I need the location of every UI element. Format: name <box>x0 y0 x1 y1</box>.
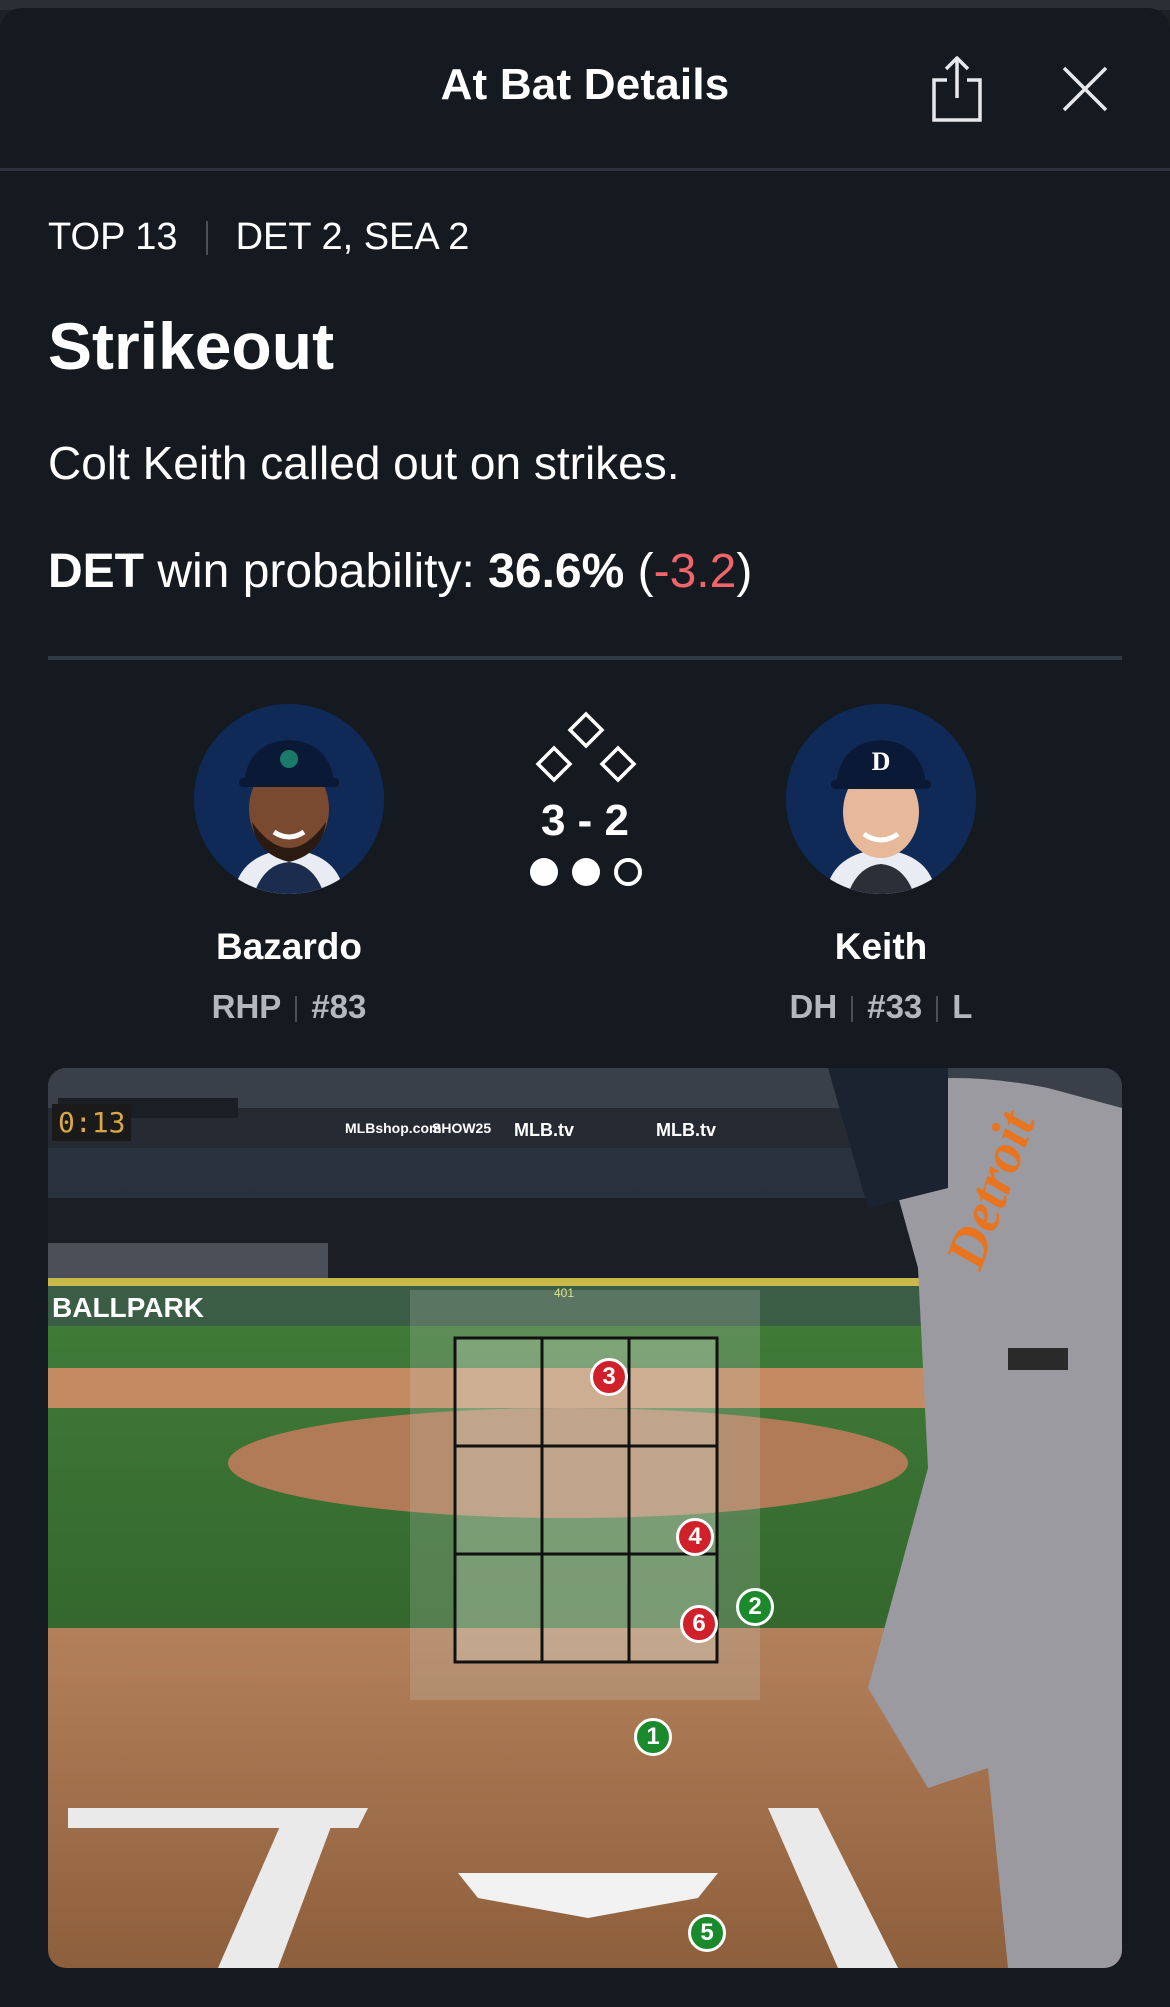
pitcher-position: RHP <box>211 988 282 1025</box>
out-dot-filled <box>530 858 558 886</box>
ad-text: MLBshop.com <box>345 1120 442 1136</box>
outs-indicator <box>530 858 642 888</box>
ad-text: SHOW25 <box>432 1120 492 1136</box>
pitcher-number: #83 <box>311 988 367 1025</box>
ad-text: MLB.tv <box>514 1120 574 1140</box>
close-icon[interactable] <box>1058 62 1112 116</box>
pitcher-meta: RHP #83 <box>119 988 459 1026</box>
bases-diamond-icon <box>535 711 637 783</box>
pitch-video[interactable]: 0:13 MLBshop.com SHOW25 MLB.tv MLB.tv BA… <box>48 1068 1122 1968</box>
svg-text:D: D <box>872 747 891 776</box>
page-title: At Bat Details <box>440 60 730 109</box>
ad-text: MLB.tv <box>656 1120 716 1140</box>
pitch-marker[interactable]: 5 <box>688 1914 726 1952</box>
pitch-marker[interactable]: 2 <box>736 1588 774 1626</box>
pitch-marker[interactable]: 4 <box>676 1518 714 1556</box>
result-title: Strikeout <box>48 309 335 383</box>
batter-number: #33 <box>867 988 923 1025</box>
out-dot-empty <box>614 858 642 886</box>
at-bat-details-sheet: At Bat Details TOP 13 DET 2, SEA 2 Strik… <box>0 8 1170 2007</box>
separator <box>205 220 208 255</box>
scoreboard-clock: 0:13 <box>52 1104 132 1141</box>
pitcher-avatar[interactable] <box>194 704 384 894</box>
win-probability: DET win probability: 36.6% (-3.2) <box>48 545 753 598</box>
sheet-header: At Bat Details <box>0 8 1170 171</box>
win-prob-team: DET <box>48 545 144 598</box>
divider <box>48 656 1122 660</box>
batter-name: Keith <box>834 926 928 967</box>
wall-text: BALLPARK <box>52 1292 204 1323</box>
game-situation: TOP 13 DET 2, SEA 2 <box>48 216 469 259</box>
share-icon[interactable] <box>928 54 986 124</box>
win-prob-value: 36.6% <box>488 545 625 598</box>
batter-avatar[interactable]: D <box>786 704 976 894</box>
batter-meta: DH #33 L <box>711 988 1051 1026</box>
batter-headshot: D <box>786 704 976 894</box>
pitch-marker[interactable]: 6 <box>680 1605 718 1643</box>
batter-bats: L <box>952 988 973 1025</box>
inning-label: TOP 13 <box>48 216 178 258</box>
pitch-marker[interactable]: 1 <box>634 1718 672 1756</box>
ball-strike-count: 3 - 2 <box>540 796 630 845</box>
pitcher-name: Bazardo <box>216 926 362 967</box>
win-prob-label: win probability: <box>157 545 475 598</box>
out-dot-filled <box>572 858 600 886</box>
result-description: Colt Keith called out on strikes. <box>48 437 680 489</box>
pitch-marker[interactable]: 3 <box>590 1358 628 1396</box>
score-label: DET 2, SEA 2 <box>235 216 470 258</box>
batter-position: DH <box>789 988 838 1025</box>
pitcher-headshot <box>194 704 384 894</box>
strike-zone-grid <box>453 1336 719 1664</box>
win-prob-change: -3.2 <box>653 545 737 598</box>
